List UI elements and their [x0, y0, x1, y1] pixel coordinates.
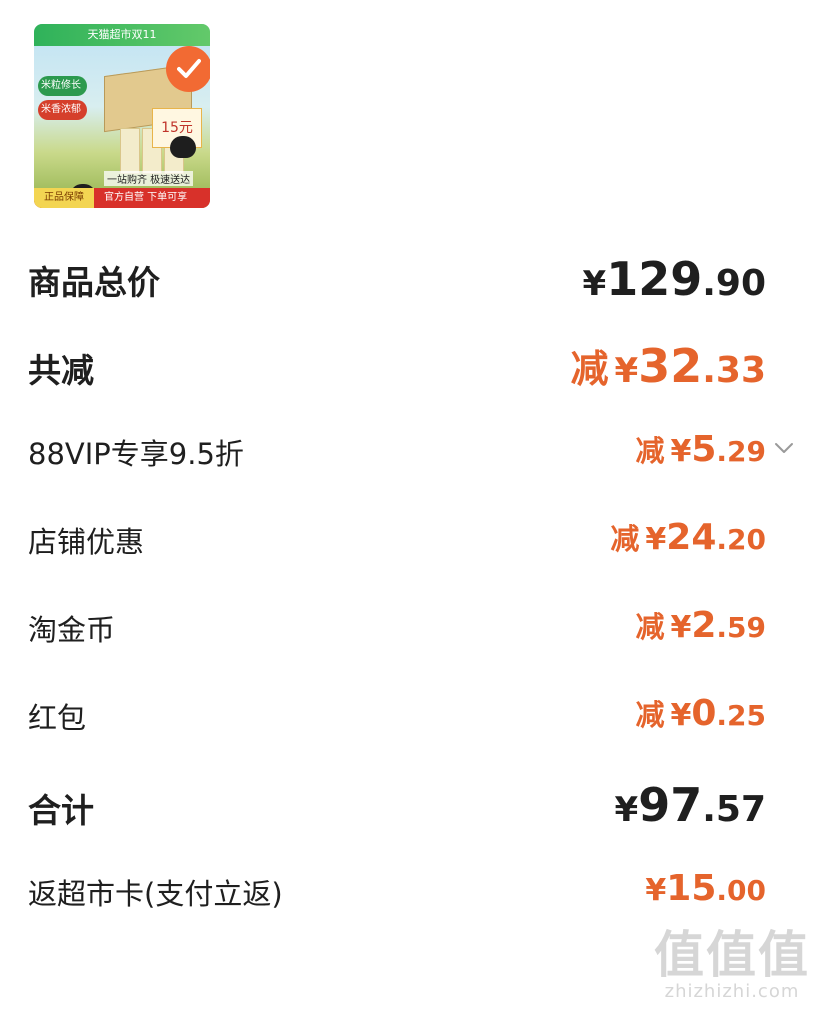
amount-decimal: .57 [702, 789, 766, 830]
discount-prefix: 减 [635, 434, 665, 468]
cashback-value: ¥15.00 [645, 868, 766, 909]
product-tag: 米粒修长 [38, 76, 87, 96]
currency-symbol: ¥ [614, 351, 639, 391]
discount-prefix: 减 [635, 610, 665, 644]
discount-item-row: 店铺优惠 减 ¥24.20 [0, 516, 828, 560]
discount-item-label: 红包 [28, 701, 87, 735]
total-price-value: ¥129.90 [583, 252, 766, 306]
amount-integer: 97 [638, 778, 703, 832]
currency-symbol: ¥ [614, 790, 639, 830]
discount-item-value: 减 ¥24.20 [610, 516, 766, 558]
discount-item-label: 店铺优惠 [28, 525, 145, 559]
watermark-domain: zhizhizhi.com [664, 981, 800, 1002]
discount-prefix: 减 [610, 522, 640, 556]
cashback-row: 返超市卡(支付立返) ¥15.00 [0, 868, 828, 912]
amount-decimal: .90 [702, 263, 766, 304]
cashback-label: 返超市卡(支付立返) [28, 877, 283, 911]
currency-symbol: ¥ [670, 698, 692, 733]
grand-total-label: 合计 [28, 791, 94, 830]
discount-item-value: 减 ¥2.59 [635, 604, 766, 646]
amount-integer: 32 [638, 339, 703, 393]
amount-integer: 0 [691, 693, 717, 734]
total-discount-row: 共减 减 ¥32.33 [0, 338, 828, 393]
check-circle-icon[interactable] [166, 46, 210, 92]
currency-symbol: ¥ [645, 873, 667, 908]
total-price-row: 商品总价 ¥129.90 [0, 252, 828, 306]
discount-item-label: 淘金币 [28, 613, 116, 647]
watermark: 值值值 zhizhizhi.com [654, 929, 810, 1002]
amount-decimal: .59 [716, 611, 766, 644]
product-banner: 天猫超市双11 [34, 24, 210, 46]
amount-integer: 24 [666, 517, 717, 558]
discount-item-row: 红包 减 ¥0.25 [0, 692, 828, 736]
discount-item-row[interactable]: 88VIP专享9.5折 减 ¥5.29 [0, 428, 828, 472]
amount-decimal: .29 [716, 435, 766, 468]
product-bottom-strip: 正品保障 官方自营 下单可享 [34, 188, 210, 208]
product-bag-image [120, 128, 140, 174]
discount-item-value: 减 ¥0.25 [635, 692, 766, 734]
currency-symbol: ¥ [582, 264, 607, 304]
grand-total-value: ¥97.57 [615, 778, 766, 832]
amount-integer: 129 [606, 252, 703, 306]
total-discount-label: 共减 [28, 351, 94, 390]
product-tag: 米香浓郁 [38, 100, 87, 120]
currency-symbol: ¥ [645, 522, 667, 557]
discount-item-value: 减 ¥5.29 [635, 428, 766, 470]
amount-integer: 2 [691, 605, 717, 646]
product-guarantee-label: 正品保障 [34, 188, 94, 208]
amount-decimal: .25 [716, 699, 766, 732]
currency-symbol: ¥ [670, 610, 692, 645]
product-bottom-text: 官方自营 下单可享 [104, 192, 188, 203]
watermark-logo: 值值值 [654, 926, 810, 984]
total-discount-value: 减 ¥32.33 [571, 338, 766, 393]
amount-decimal: .33 [702, 350, 766, 391]
discount-prefix: 减 [570, 347, 609, 391]
product-thumbnail[interactable]: 天猫超市双11 米粒修长 米香浓郁 15元 一站购齐 极速送达 正品保障 官方自… [34, 24, 210, 208]
grand-total-row: 合计 ¥97.57 [0, 778, 828, 832]
chevron-down-icon[interactable] [774, 440, 794, 459]
product-slogan: 一站购齐 极速送达 [104, 171, 194, 186]
amount-decimal: .20 [716, 523, 766, 556]
discount-item-label: 88VIP专享9.5折 [28, 437, 244, 471]
amount-integer: 15 [666, 868, 717, 909]
total-price-label: 商品总价 [28, 263, 160, 302]
discount-prefix: 减 [635, 698, 665, 732]
tmall-cat-icon [170, 136, 196, 158]
currency-symbol: ¥ [670, 434, 692, 469]
amount-decimal: .00 [716, 874, 766, 907]
discount-item-row: 淘金币 减 ¥2.59 [0, 604, 828, 648]
amount-integer: 5 [691, 429, 717, 470]
